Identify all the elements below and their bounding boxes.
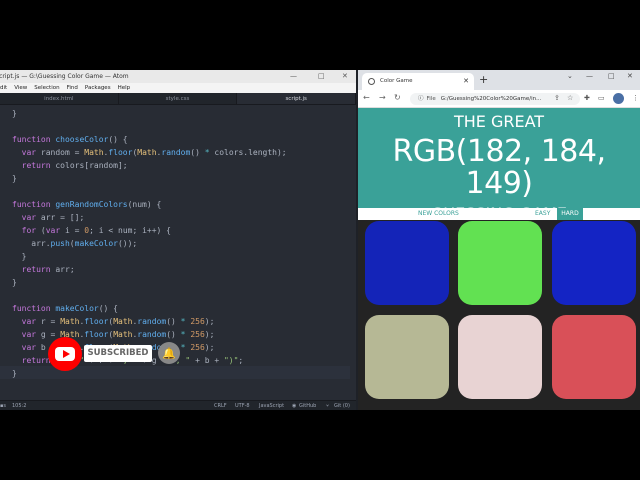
status-line-ending[interactable]: CRLF (214, 401, 227, 410)
subscribe-overlay[interactable]: SUBSCRIBED 🔔 (48, 337, 183, 371)
color-square[interactable] (365, 315, 449, 399)
youtube-icon (48, 337, 82, 371)
url-text: G:/Guessing%20Color%20Game/in... (440, 96, 542, 102)
color-game-page: THE GREAT RGB(182, 184, 149) GUESSING GA… (358, 108, 640, 410)
back-icon[interactable]: ← (363, 93, 370, 102)
minimize-icon[interactable]: — (586, 72, 593, 80)
profile-avatar[interactable] (613, 93, 624, 104)
tab-script-js[interactable]: script.js (237, 93, 356, 104)
close-tab-icon[interactable]: ✕ (463, 73, 469, 90)
code-line: arr.push(makeColor()); (12, 239, 138, 248)
hard-button[interactable]: HARD (557, 208, 583, 220)
maximize-icon[interactable]: □ (318, 70, 325, 83)
close-icon[interactable]: ✕ (342, 70, 348, 83)
maximize-icon[interactable]: □ (608, 72, 615, 80)
color-squares (358, 220, 640, 410)
status-git[interactable]: Git (0) (334, 401, 350, 410)
tab-index-html[interactable]: index.html (0, 93, 119, 104)
controls-stripe: NEW COLORS EASY HARD (358, 208, 640, 220)
browser-window: Color Game ✕ + ⌄ — □ ✕ ← → ↻ ⓘ File G:/Gue… (358, 70, 640, 410)
browser-tab-bar: Color Game ✕ + ⌄ — □ ✕ (358, 70, 640, 90)
code-line: } (12, 174, 17, 183)
status-encoding[interactable]: UTF-8 (235, 401, 250, 410)
code-editor: script.js — G:\Guessing Color Game — Ato… (0, 70, 356, 410)
title-top: THE GREAT (453, 112, 545, 131)
reload-icon[interactable]: ↻ (394, 93, 401, 102)
new-colors-button[interactable]: NEW COLORS (418, 208, 459, 220)
code-line: } (12, 278, 17, 287)
menu-find[interactable]: Find (67, 83, 78, 93)
code-line: var random = Math.floor(Math.random() * … (21, 148, 287, 157)
menu-icon[interactable]: ⋮ (632, 94, 639, 102)
code-line: var r = Math.floor(Math.random() * 256); (21, 317, 215, 326)
editor-title: script.js — G:\Guessing Color Game — Ato… (0, 73, 129, 80)
tab-style-css[interactable]: style.css (119, 93, 238, 104)
code-line: } (12, 109, 17, 118)
menu-selection[interactable]: Selection (34, 83, 59, 93)
code-line: return colors[random]; (21, 161, 128, 170)
bell-icon: 🔔 (158, 342, 180, 364)
code-line: } (12, 252, 27, 261)
sidebar-icon[interactable]: ▭ (598, 94, 605, 102)
minimize-icon[interactable]: — (290, 70, 297, 83)
easy-button[interactable]: EASY (535, 208, 550, 220)
color-square[interactable] (365, 221, 449, 305)
game-header: THE GREAT RGB(182, 184, 149) GUESSING GA… (358, 108, 640, 223)
code-line: } (12, 369, 17, 378)
code-line: function genRandomColors(num) { (12, 200, 162, 209)
url-scheme: File (426, 96, 436, 102)
info-icon: ⓘ (418, 96, 424, 102)
status-grammar[interactable]: JavaScript (259, 401, 284, 410)
editor-status-bar: ▪s 105:2 CRLF UTF-8 JavaScript ◉ GitHub … (0, 400, 356, 410)
forward-icon[interactable]: → (379, 93, 386, 102)
editor-menu-bar: dit View Selection Find Packages Help (0, 83, 356, 93)
editor-title-bar: script.js — G:\Guessing Color Game — Ato… (0, 70, 356, 83)
menu-help[interactable]: Help (118, 83, 131, 93)
status-cursor-position[interactable]: 105:2 (12, 401, 26, 410)
screen: script.js — G:\Guessing Color Game — Ato… (0, 70, 640, 410)
new-tab-icon[interactable]: + (479, 73, 488, 87)
color-square[interactable] (552, 315, 636, 399)
code-line: var arr = []; (21, 213, 85, 222)
menu-packages[interactable]: Packages (85, 83, 111, 93)
code-line: for (var i = 0; i < num; i++) { (21, 226, 171, 235)
menu-edit[interactable]: dit (0, 83, 7, 93)
browser-tab-title: Color Game (380, 78, 413, 84)
menu-view[interactable]: View (14, 83, 27, 93)
color-square[interactable] (552, 221, 636, 305)
color-square[interactable] (458, 315, 542, 399)
git-icon[interactable]: ⑂ (326, 401, 329, 410)
browser-tab[interactable]: Color Game ✕ (362, 73, 474, 90)
globe-icon (368, 78, 375, 85)
code-line: function makeColor() { (12, 304, 118, 313)
code-line: function chooseColor() { (12, 135, 128, 144)
chevron-down-icon[interactable]: ⌄ (567, 72, 573, 80)
color-square[interactable] (458, 221, 542, 305)
subscribed-label: SUBSCRIBED (84, 345, 152, 362)
status-github[interactable]: GitHub (299, 401, 316, 410)
star-icon[interactable]: ☆ (567, 94, 573, 102)
rgb-display: RGB(182, 184, 149) (392, 134, 606, 201)
share-icon[interactable]: ⇪ (554, 94, 560, 102)
close-icon[interactable]: ✕ (627, 72, 633, 80)
extensions-icon[interactable]: ✚ (584, 94, 590, 102)
github-icon[interactable]: ◉ (292, 401, 296, 410)
browser-toolbar: ← → ↻ ⓘ File G:/Guessing%20Color%20Game/in… (358, 90, 640, 108)
editor-tabs: index.html style.css script.js (0, 93, 356, 105)
status-file-icon: ▪s (0, 403, 6, 409)
code-line: return arr; (21, 265, 75, 274)
